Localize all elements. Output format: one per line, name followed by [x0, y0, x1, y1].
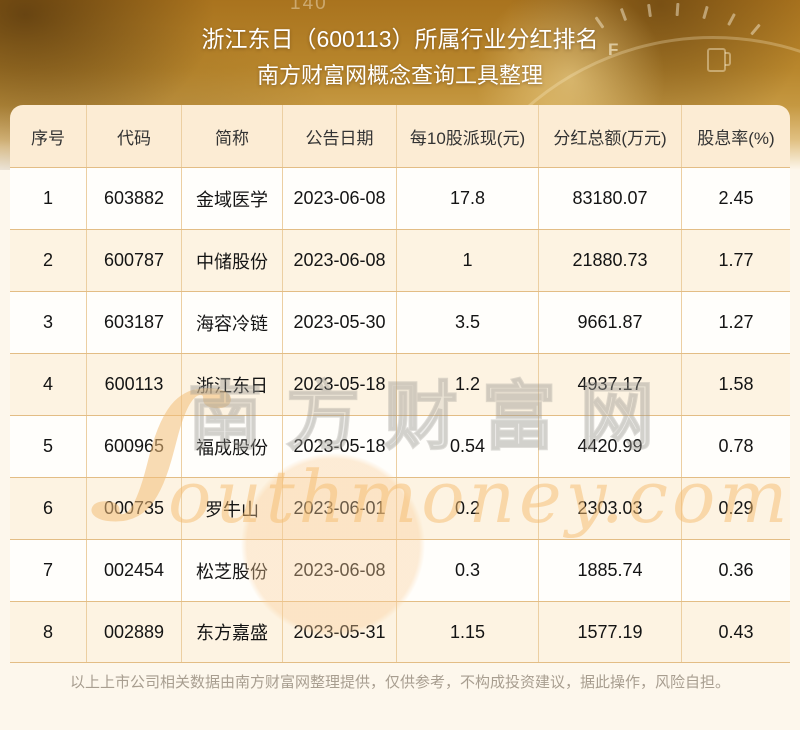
dividend-table: 序号 代码 简称 公告日期 每10股派现(元) 分红总额(万元) 股息率(%) 1 60388…	[10, 105, 790, 663]
table-cell: 0.43	[718, 621, 754, 642]
table-cell: 2.45	[718, 188, 754, 208]
table-cell: 1.58	[718, 374, 754, 394]
table-cell: 1.27	[718, 312, 754, 332]
column-header: 股息率(%)	[697, 128, 775, 148]
table-cell: 1	[10, 168, 87, 229]
table-cell: 0.36	[718, 560, 754, 580]
table-cell: 83180.07	[539, 168, 682, 229]
table-cell: 4	[10, 354, 87, 415]
table-cell: 东方嘉盛	[182, 602, 283, 662]
table-cell: 2023-06-08	[283, 168, 397, 229]
column-header: 序号	[10, 105, 87, 167]
table-cell: 1885.74	[539, 540, 682, 601]
table-cell: 松芝股份	[182, 540, 283, 601]
table-cell: 6	[10, 478, 87, 539]
disclaimer-text: 以上上市公司相关数据由南方财富网整理提供，仅供参考，不构成投资建议，据此操作，风…	[69, 674, 730, 691]
table-row: 6 000735 罗牛山 2023-06-01 0.2 2303.03 0.29	[10, 477, 790, 539]
page-title: 浙江东日（600113）所属行业分红排名	[201, 26, 599, 52]
column-header: 分红总额(万元)	[539, 105, 682, 167]
table-cell: 福成股份	[182, 416, 283, 477]
table-cell: 4420.99	[539, 416, 682, 477]
table-cell: 0.78	[718, 436, 754, 456]
table-cell: 1	[397, 230, 539, 291]
table-cell: 002889	[87, 602, 182, 662]
gauge-tick-icon	[702, 5, 709, 20]
table-row: 5 600965 福成股份 2023-05-18 0.54 4420.99 0.78	[10, 415, 790, 477]
table-header-row: 序号 代码 简称 公告日期 每10股派现(元) 分红总额(万元) 股息率(%)	[10, 105, 790, 167]
table-cell: 1.2	[397, 354, 539, 415]
table-cell: 浙江东日	[182, 354, 283, 415]
table-body: 1 603882 金域医学 2023-06-08 17.8 83180.07 2.45 2 60…	[10, 167, 790, 663]
table-cell: 0.29	[718, 498, 754, 518]
title-block: 浙江东日（600113）所属行业分红排名 南方财富网概念查询工具整理	[0, 24, 800, 90]
column-header: 代码	[87, 105, 182, 167]
table-cell: 2023-05-18	[283, 416, 397, 477]
table-cell: 2023-05-31	[283, 602, 397, 662]
table-cell: 0.54	[397, 416, 539, 477]
gauge-tick-icon	[647, 3, 652, 18]
table-cell: 1.15	[397, 602, 539, 662]
table-cell: 000735	[87, 478, 182, 539]
gauge-number-label: 140	[290, 0, 328, 14]
table-cell: 2023-06-01	[283, 478, 397, 539]
table-cell: 600113	[87, 354, 182, 415]
gauge-tick-icon	[675, 2, 680, 17]
table-cell: 21880.73	[539, 230, 682, 291]
table-cell: 2023-06-08	[283, 230, 397, 291]
table-cell: 0.2	[397, 478, 539, 539]
table-row: 3 603187 海容冷链 2023-05-30 3.5 9661.87 1.27	[10, 291, 790, 353]
table-cell: 罗牛山	[182, 478, 283, 539]
table-cell: 8	[10, 602, 87, 662]
table-cell: 603187	[87, 292, 182, 353]
table-cell: 中储股份	[182, 230, 283, 291]
table-cell: 7	[10, 540, 87, 601]
table-cell: 0.3	[397, 540, 539, 601]
table-cell: 海容冷链	[182, 292, 283, 353]
table-cell: 9661.87	[539, 292, 682, 353]
table-row: 4 600113 浙江东日 2023-05-18 1.2 4937.17 1.58	[10, 353, 790, 415]
gauge-tick-icon	[619, 7, 628, 22]
table-cell: 1.77	[718, 250, 754, 270]
table-row: 1 603882 金域医学 2023-06-08 17.8 83180.07 2.45	[10, 167, 790, 229]
column-header: 公告日期	[283, 105, 397, 167]
table-cell: 17.8	[397, 168, 539, 229]
table-cell: 3.5	[397, 292, 539, 353]
table-row: 7 002454 松芝股份 2023-06-08 0.3 1885.74 0.36	[10, 539, 790, 601]
table-cell: 2303.03	[539, 478, 682, 539]
table-cell: 2023-05-30	[283, 292, 397, 353]
table-cell: 603882	[87, 168, 182, 229]
table-cell: 2023-06-08	[283, 540, 397, 601]
column-header: 每10股派现(元)	[397, 105, 539, 167]
table-cell: 5	[10, 416, 87, 477]
table-cell: 600965	[87, 416, 182, 477]
table-cell: 2	[10, 230, 87, 291]
table-cell: 金域医学	[182, 168, 283, 229]
table-cell: 4937.17	[539, 354, 682, 415]
table-cell: 3	[10, 292, 87, 353]
column-header: 简称	[182, 105, 283, 167]
table-cell: 2023-05-18	[283, 354, 397, 415]
table-cell: 002454	[87, 540, 182, 601]
table-row: 2 600787 中储股份 2023-06-08 1 21880.73 1.77	[10, 229, 790, 291]
table-cell: 600787	[87, 230, 182, 291]
table-cell: 1577.19	[539, 602, 682, 662]
page-subtitle: 南方财富网概念查询工具整理	[256, 63, 543, 88]
dividend-ranking-card: F 140 浙江东日（600113）所属行业分红排名 南方财富网概念查询工具整理…	[0, 0, 800, 730]
table-row: 8 002889 东方嘉盛 2023-05-31 1.15 1577.19 0.43	[10, 601, 790, 663]
